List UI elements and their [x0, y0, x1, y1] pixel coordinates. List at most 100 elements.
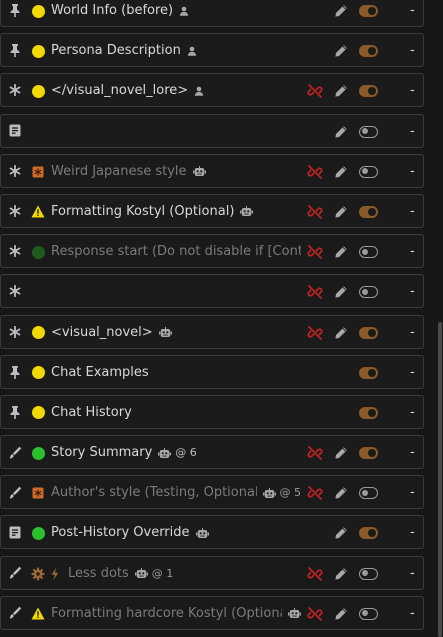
unlink-icon[interactable]: [307, 606, 323, 622]
brush-icon: [8, 485, 22, 499]
enable-toggle[interactable]: [359, 366, 378, 379]
unlink-icon[interactable]: [307, 164, 323, 180]
prompt-name[interactable]: Formatting hardcore Kostyl (Optional): [51, 597, 282, 631]
user-icon: [194, 86, 204, 97]
pencil-icon[interactable]: [334, 446, 348, 460]
prompt-row[interactable]: World Info (before) -: [0, 0, 424, 27]
status-dot: [31, 526, 45, 540]
token-count: -: [410, 565, 415, 581]
prompt-row[interactable]: Response start (Do not disable if [Conti…: [0, 234, 424, 269]
unlink-icon[interactable]: [307, 83, 323, 99]
robot-icon: [262, 487, 276, 499]
prompt-name[interactable]: Chat History: [51, 396, 132, 430]
pencil-icon[interactable]: [334, 4, 348, 18]
pencil-icon[interactable]: [334, 326, 348, 340]
enable-toggle[interactable]: [359, 527, 378, 540]
prompt-row[interactable]: -: [0, 113, 424, 148]
enable-toggle[interactable]: [359, 205, 378, 218]
asterisk-icon: [8, 83, 22, 97]
prompt-row[interactable]: Formatting Kostyl (Optional) -: [0, 193, 424, 229]
prompt-name-group: Chat History: [51, 396, 132, 430]
pencil-icon[interactable]: [334, 567, 348, 581]
unlink-icon[interactable]: [307, 204, 323, 220]
scrollbar[interactable]: [438, 322, 442, 637]
prompt-row[interactable]: -: [0, 274, 424, 309]
prompt-row[interactable]: </visual_novel_lore> -: [0, 73, 424, 108]
enable-toggle[interactable]: [359, 45, 378, 58]
unlink-icon[interactable]: [307, 325, 323, 341]
warning-triangle-icon: [31, 607, 45, 621]
pin-icon: [8, 43, 22, 58]
unlink-icon[interactable]: [307, 485, 323, 501]
enable-toggle[interactable]: [359, 5, 378, 17]
asterisk-icon: [8, 244, 22, 258]
brush-icon: [8, 445, 22, 459]
warning-triangle-icon: [31, 205, 45, 219]
prompt-name[interactable]: Persona Description: [51, 34, 181, 68]
token-count: -: [410, 163, 415, 179]
prompt-row[interactable]: Weird Japanese style -: [0, 153, 424, 189]
pencil-icon[interactable]: [334, 526, 348, 540]
pencil-icon[interactable]: [334, 285, 348, 299]
robot-icon: [158, 447, 172, 459]
pencil-icon[interactable]: [334, 84, 348, 98]
status-dot: [31, 84, 45, 98]
prompt-name[interactable]: Formatting Kostyl (Optional): [51, 195, 234, 229]
robot-icon: [288, 608, 301, 619]
prompt-row[interactable]: Author's style (Testing, Optional) @ 5 -: [0, 475, 424, 510]
enable-toggle[interactable]: [359, 286, 378, 299]
prompt-row[interactable]: Chat History -: [0, 394, 424, 430]
prompt-name[interactable]: Response start (Do not disable if [Conti…: [51, 235, 301, 269]
prompt-name[interactable]: <visual_novel>: [51, 316, 153, 350]
prompt-row[interactable]: Chat Examples -: [0, 354, 424, 390]
asterisk-icon: [8, 204, 22, 218]
enable-toggle[interactable]: [359, 447, 378, 460]
enable-toggle[interactable]: [359, 246, 378, 259]
pencil-icon[interactable]: [334, 165, 348, 179]
enable-toggle[interactable]: [359, 607, 378, 620]
pencil-icon[interactable]: [334, 205, 348, 219]
prompt-name[interactable]: </visual_novel_lore>: [51, 74, 188, 108]
token-count: -: [410, 605, 415, 621]
enable-toggle[interactable]: [359, 165, 378, 178]
token-count: -: [410, 43, 415, 59]
prompt-name[interactable]: Story Summary: [51, 436, 152, 470]
prompt-row[interactable]: Less dots @ 1 -: [0, 555, 424, 591]
enable-toggle[interactable]: [359, 326, 378, 339]
enable-toggle[interactable]: [359, 85, 378, 98]
status-dot: [31, 366, 45, 380]
pencil-icon[interactable]: [334, 607, 348, 621]
unlink-icon[interactable]: [307, 244, 323, 260]
prompt-name[interactable]: Less dots: [68, 557, 129, 591]
robot-icon: [195, 527, 209, 539]
pencil-icon[interactable]: [334, 44, 348, 58]
prompt-name[interactable]: Post-History Override: [51, 516, 190, 550]
prompt-name[interactable]: Weird Japanese style: [51, 155, 187, 189]
prompt-row[interactable]: Story Summary @ 6 -: [0, 435, 424, 470]
prompt-name-group: World Info (before): [51, 0, 189, 28]
enable-toggle[interactable]: [359, 406, 378, 419]
user-icon: [179, 6, 189, 16]
prompt-name[interactable]: Chat Examples: [51, 356, 149, 390]
prompt-row[interactable]: Persona Description -: [0, 33, 424, 68]
unlink-icon[interactable]: [307, 445, 323, 461]
prompt-name-group: Author's style (Testing, Optional) @ 5: [51, 476, 301, 510]
pencil-icon[interactable]: [334, 125, 348, 139]
pencil-icon[interactable]: [334, 486, 348, 500]
prompt-row[interactable]: Formatting hardcore Kostyl (Optional) -: [0, 595, 424, 631]
prompt-row[interactable]: Post-History Override -: [0, 515, 424, 550]
pin-icon: [8, 405, 22, 419]
prompt-name[interactable]: Author's style (Testing, Optional): [51, 476, 257, 510]
enable-toggle[interactable]: [359, 567, 378, 580]
enable-toggle[interactable]: [359, 125, 378, 138]
status-dot: [31, 446, 45, 460]
unlink-icon[interactable]: [307, 284, 323, 300]
status-dot: [31, 326, 45, 340]
enable-toggle[interactable]: [359, 487, 378, 500]
unlink-icon[interactable]: [307, 566, 323, 582]
asterisk-icon: [8, 164, 22, 178]
prompt-row[interactable]: <visual_novel> -: [0, 314, 424, 350]
prompt-name-group: <visual_novel>: [51, 316, 172, 350]
prompt-name[interactable]: World Info (before): [51, 0, 173, 28]
pencil-icon[interactable]: [334, 245, 348, 259]
